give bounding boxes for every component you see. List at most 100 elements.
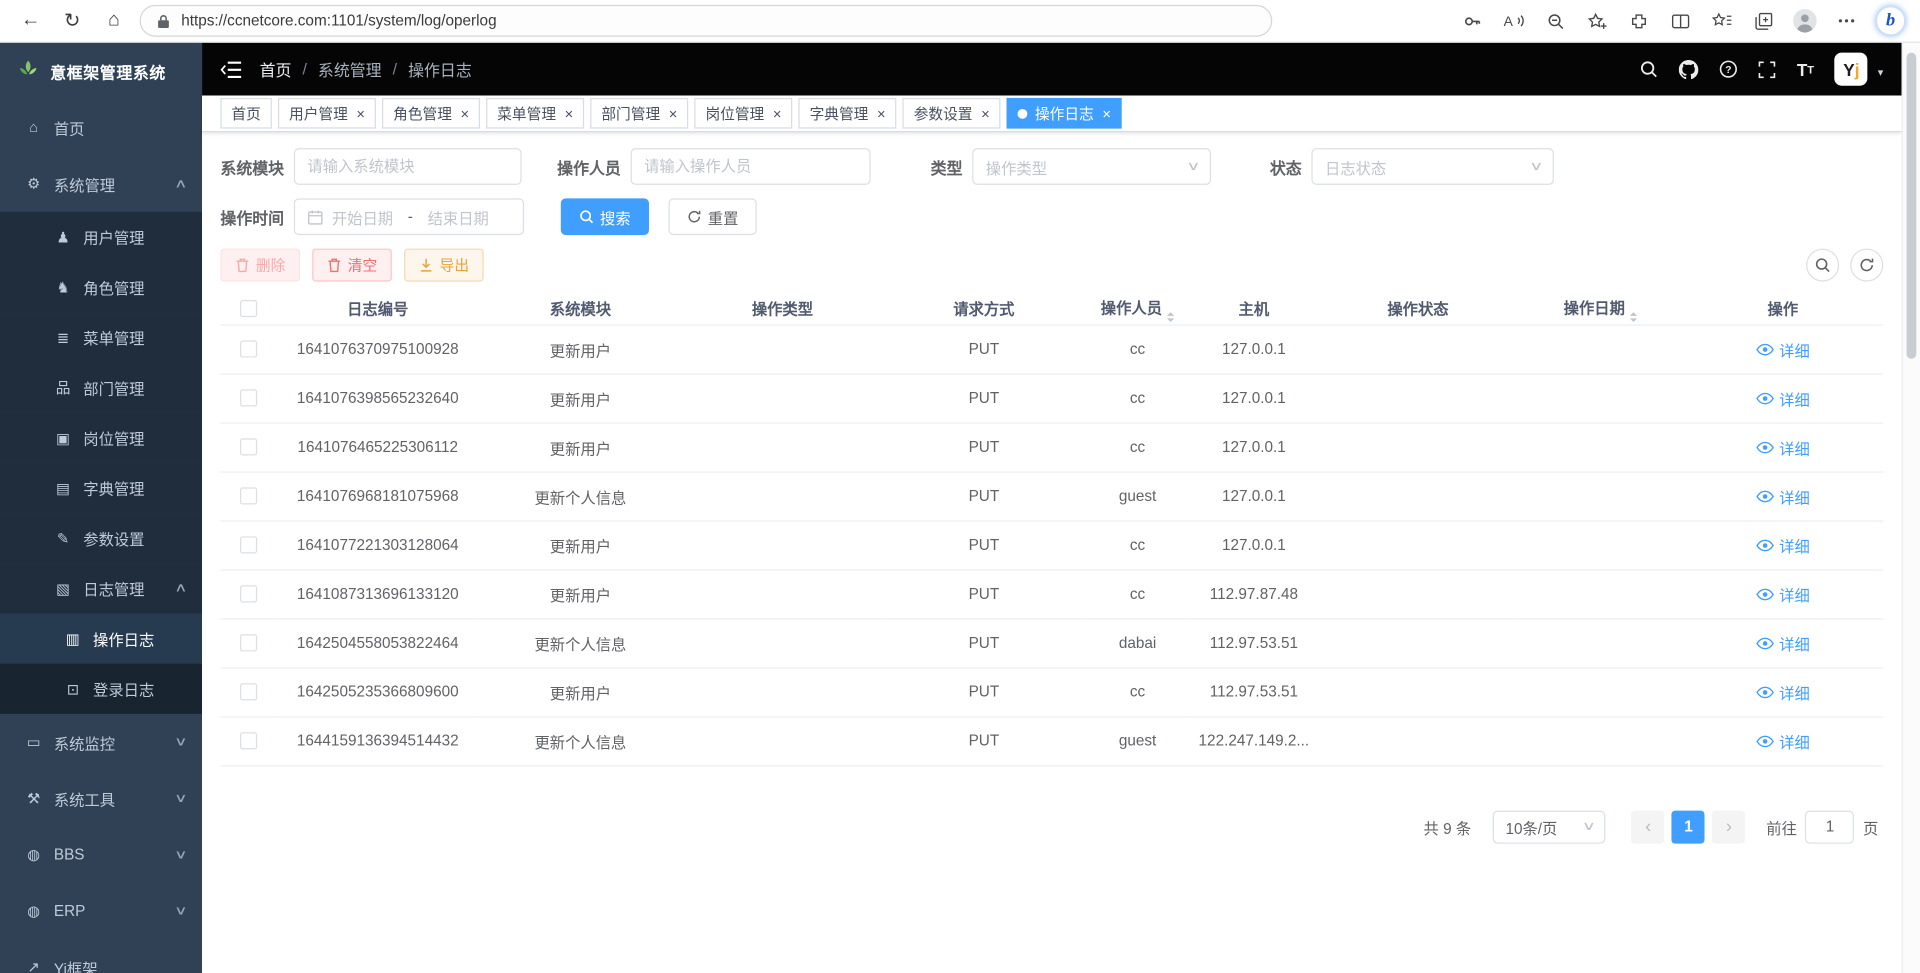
sidebar-item-login-log[interactable]: ⊡ 登录日志	[0, 664, 202, 714]
sidebar-item-settings[interactable]: ✎ 参数设置	[0, 513, 202, 563]
sidebar-item-tools[interactable]: ⚒ 系统工具 ∨	[0, 770, 202, 826]
delete-button[interactable]: 删除	[220, 249, 300, 282]
date-range-picker[interactable]: 开始日期 - 结束日期	[294, 198, 524, 235]
breadcrumb-home[interactable]: 首页	[260, 58, 292, 81]
add-favorite-icon[interactable]	[1576, 4, 1618, 38]
app-logo[interactable]: 意框架管理系统	[0, 43, 202, 99]
user-avatar[interactable]: Yj	[1835, 53, 1868, 86]
tab-close-icon[interactable]: ×	[665, 106, 677, 121]
detail-link[interactable]: 详细	[1756, 631, 1810, 654]
operator-input[interactable]	[631, 148, 871, 185]
detail-link[interactable]: 详细	[1756, 582, 1810, 605]
read-aloud-icon[interactable]: A	[1493, 4, 1535, 38]
detail-link[interactable]: 详细	[1756, 533, 1810, 556]
header-search-icon[interactable]	[1640, 60, 1658, 78]
select-all-checkbox[interactable]	[240, 300, 257, 317]
row-checkbox[interactable]	[240, 390, 257, 407]
tab[interactable]: 操作日志 ×	[1007, 98, 1122, 129]
refresh-table-button[interactable]	[1850, 249, 1883, 282]
toggle-search-button[interactable]	[1806, 249, 1839, 282]
sidebar-item-user[interactable]: ♟ 用户管理	[0, 212, 202, 262]
help-icon[interactable]: ?	[1720, 60, 1738, 78]
copilot-icon[interactable]: b	[1876, 6, 1905, 35]
sidebar-item-log[interactable]: ▧ 日志管理 ∧	[0, 563, 202, 613]
row-checkbox[interactable]	[240, 439, 257, 456]
module-input[interactable]	[294, 148, 522, 185]
detail-link[interactable]: 详细	[1756, 680, 1810, 703]
row-checkbox[interactable]	[240, 684, 257, 701]
tab-close-icon[interactable]: ×	[873, 106, 885, 121]
profile-avatar[interactable]	[1784, 4, 1826, 38]
search-button[interactable]: 搜索	[561, 198, 649, 235]
tab[interactable]: 部门管理 ×	[590, 98, 688, 129]
tab[interactable]: 参数设置 ×	[903, 98, 1001, 129]
scrollbar[interactable]	[1902, 43, 1920, 973]
sort-icon[interactable]	[1630, 312, 1637, 322]
reset-button[interactable]: 重置	[669, 198, 757, 235]
status-select[interactable]: 日志状态 ∨	[1312, 148, 1554, 185]
sidebar-item-post[interactable]: ▣ 岗位管理	[0, 413, 202, 463]
detail-link[interactable]: 详细	[1756, 435, 1810, 458]
export-button[interactable]: 导出	[404, 249, 484, 282]
avatar-dropdown-caret-icon[interactable]: ▾	[1878, 66, 1884, 79]
scrollbar-thumb[interactable]	[1907, 53, 1917, 359]
sidebar-toggle-icon[interactable]	[220, 61, 241, 78]
goto-page-input[interactable]	[1805, 810, 1854, 843]
tab[interactable]: 字典管理 ×	[799, 98, 897, 129]
split-screen-icon[interactable]	[1659, 4, 1701, 38]
tab-close-icon[interactable]: ×	[1099, 106, 1111, 121]
sidebar-item-globe[interactable]: ◍ ERP ∨	[0, 883, 202, 939]
tab-close-icon[interactable]: ×	[353, 106, 365, 121]
row-checkbox[interactable]	[240, 733, 257, 750]
row-checkbox[interactable]	[240, 488, 257, 505]
sidebar-item-monitor[interactable]: ▭ 系统监控 ∨	[0, 714, 202, 770]
row-checkbox[interactable]	[240, 537, 257, 554]
row-checkbox[interactable]	[240, 635, 257, 652]
tab[interactable]: 用户管理 ×	[278, 98, 376, 129]
type-select[interactable]: 操作类型 ∨	[972, 148, 1211, 185]
sidebar-item-home[interactable]: ⌂ 首页	[0, 99, 202, 155]
clear-button[interactable]: 清空	[312, 249, 392, 282]
browser-home-icon[interactable]: ⌂	[93, 4, 135, 38]
col-date[interactable]: 操作日期	[1518, 293, 1682, 325]
extensions-icon[interactable]	[1618, 4, 1660, 38]
sidebar-item-gear[interactable]: ⚙ 系统管理 ∧	[0, 156, 202, 212]
tab-close-icon[interactable]: ×	[457, 106, 469, 121]
breadcrumb-system[interactable]: 系统管理	[318, 58, 382, 81]
fullscreen-icon[interactable]	[1759, 61, 1776, 78]
detail-link[interactable]: 详细	[1756, 337, 1810, 360]
tab[interactable]: 首页 ×	[220, 98, 271, 129]
sidebar-item-globe[interactable]: ◍ BBS ∨	[0, 827, 202, 883]
password-key-icon[interactable]	[1451, 4, 1493, 38]
favorites-icon[interactable]	[1701, 4, 1743, 38]
collections-icon[interactable]	[1742, 4, 1784, 38]
tab[interactable]: 岗位管理 ×	[694, 98, 792, 129]
tab[interactable]: 菜单管理 ×	[486, 98, 584, 129]
zoom-out-icon[interactable]	[1534, 4, 1576, 38]
sidebar-item-role[interactable]: ♞ 角色管理	[0, 262, 202, 312]
sidebar-item-operation-log[interactable]: ▥ 操作日志	[0, 613, 202, 663]
sidebar-item-dictionary[interactable]: ▤ 字典管理	[0, 463, 202, 513]
row-checkbox[interactable]	[240, 341, 257, 358]
sidebar-item-department[interactable]: 品 部门管理	[0, 362, 202, 412]
page-size-select[interactable]: 10条/页 ∨	[1493, 810, 1606, 843]
tab-close-icon[interactable]: ×	[769, 106, 781, 121]
detail-link[interactable]: 详细	[1756, 729, 1810, 752]
tab-close-icon[interactable]: ×	[561, 106, 573, 121]
sort-icon[interactable]	[1167, 312, 1174, 322]
detail-link[interactable]: 详细	[1756, 386, 1810, 409]
address-bar[interactable]: https://ccnetcore.com:1101/system/log/op…	[140, 5, 1273, 37]
detail-link[interactable]: 详细	[1756, 484, 1810, 507]
font-size-icon[interactable]: TT	[1797, 59, 1814, 79]
prev-page-button[interactable]: ‹	[1632, 810, 1665, 843]
next-page-button[interactable]: ›	[1712, 810, 1745, 843]
tab-close-icon[interactable]: ×	[977, 106, 989, 121]
github-icon[interactable]	[1679, 59, 1699, 79]
current-page-button[interactable]: 1	[1672, 810, 1705, 843]
tab[interactable]: 角色管理 ×	[382, 98, 480, 129]
back-icon[interactable]: ←	[10, 4, 52, 38]
col-operator[interactable]: 操作人员	[1085, 293, 1190, 325]
sidebar-item-external-link[interactable]: ↗ Yi框架	[0, 939, 202, 973]
sidebar-item-menu-list[interactable]: ≣ 菜单管理	[0, 312, 202, 362]
browser-refresh-icon[interactable]: ↻	[51, 4, 93, 38]
